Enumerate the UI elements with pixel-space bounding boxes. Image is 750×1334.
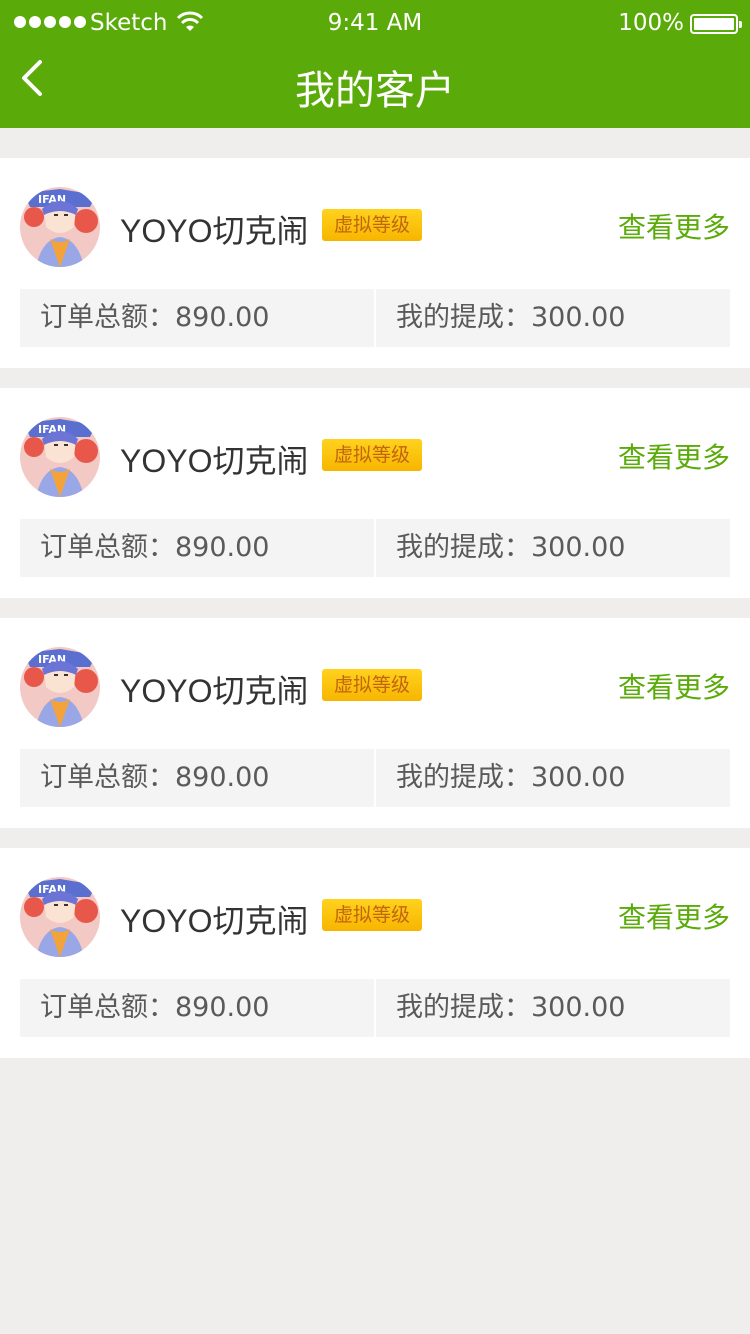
customer-stats: 订单总额：890.00 我的提成：300.00 (20, 749, 730, 807)
page-title: 我的客户 (295, 68, 455, 114)
level-badge: 虚拟等级 (322, 439, 422, 471)
order-total: 订单总额：890.00 (20, 289, 374, 347)
customer-name: YOYO切克闹 (120, 213, 309, 249)
avatar-image: IFAN (20, 187, 100, 267)
view-more-link[interactable]: 查看更多 (618, 896, 730, 936)
customer-card: IFAN YOYO切克闹 虚拟等级 查看更多 订单总额：890.00 我的提成：… (0, 388, 750, 598)
my-commission: 我的提成：300.00 (376, 519, 730, 577)
avatar-image: IFAN (20, 877, 100, 957)
avatar[interactable]: IFAN (20, 647, 100, 727)
battery-percent: 100% (618, 10, 684, 36)
view-more-link[interactable]: 查看更多 (618, 436, 730, 476)
status-bar: Sketch 9:41 AM 100% (0, 0, 750, 48)
level-badge: 虚拟等级 (322, 669, 422, 701)
my-commission: 我的提成：300.00 (376, 289, 730, 347)
customer-card: IFAN YOYO切克闹 虚拟等级 查看更多 订单总额：890.00 我的提成：… (0, 158, 750, 368)
customer-name: YOYO切克闹 (120, 443, 309, 479)
avatar[interactable]: IFAN (20, 877, 100, 957)
customer-list: IFAN YOYO切克闹 虚拟等级 查看更多 订单总额：890.00 我的提成：… (0, 158, 750, 1078)
my-commission: 我的提成：300.00 (376, 749, 730, 807)
level-badge: 虚拟等级 (322, 209, 422, 241)
avatar-image: IFAN (20, 417, 100, 497)
avatar-image: IFAN (20, 647, 100, 727)
customer-card: IFAN YOYO切克闹 虚拟等级 查看更多 订单总额：890.00 我的提成：… (0, 618, 750, 828)
app-header: Sketch 9:41 AM 100% 我的客户 (0, 0, 750, 128)
view-more-link[interactable]: 查看更多 (618, 666, 730, 706)
customer-stats: 订单总额：890.00 我的提成：300.00 (20, 289, 730, 347)
order-total: 订单总额：890.00 (20, 979, 374, 1037)
level-badge: 虚拟等级 (322, 899, 422, 931)
customer-name: YOYO切克闹 (120, 673, 309, 709)
customer-stats: 订单总额：890.00 我的提成：300.00 (20, 519, 730, 577)
battery-icon (690, 14, 742, 34)
customer-name: YOYO切克闹 (120, 903, 309, 939)
view-more-link[interactable]: 查看更多 (618, 206, 730, 246)
customer-card: IFAN YOYO切克闹 虚拟等级 查看更多 订单总额：890.00 我的提成：… (0, 848, 750, 1058)
order-total: 订单总额：890.00 (20, 749, 374, 807)
my-commission: 我的提成：300.00 (376, 979, 730, 1037)
avatar[interactable]: IFAN (20, 187, 100, 267)
customer-stats: 订单总额：890.00 我的提成：300.00 (20, 979, 730, 1037)
avatar[interactable]: IFAN (20, 417, 100, 497)
order-total: 订单总额：890.00 (20, 519, 374, 577)
